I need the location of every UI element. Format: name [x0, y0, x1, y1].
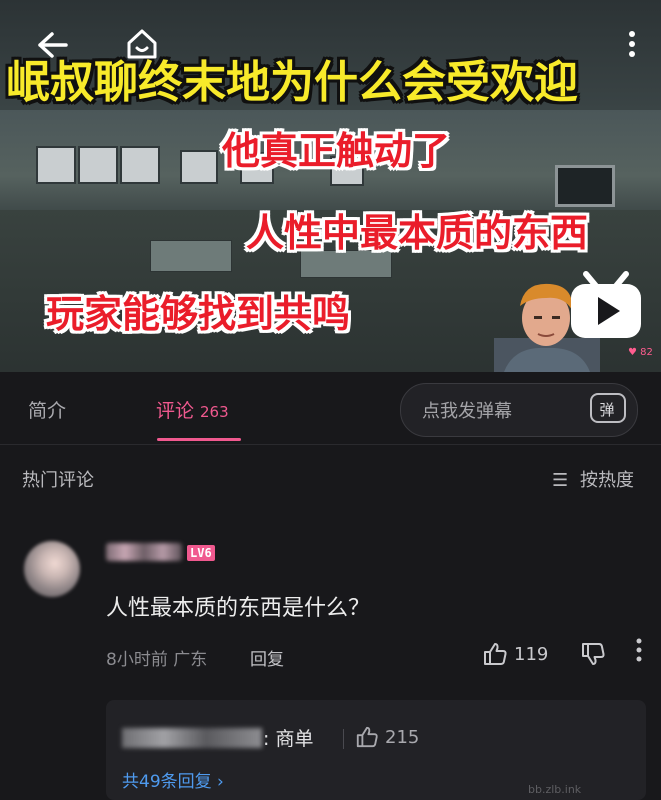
comment-text: 人性最本质的东西是什么？ — [106, 596, 371, 621]
tab-intro[interactable]: 简介 — [28, 396, 66, 423]
hot-comments-title: 热门评论 — [22, 470, 94, 491]
comment-like-count: 119 — [514, 643, 549, 665]
reply-like-button[interactable]: 215 — [355, 725, 419, 749]
reply-text: : 商单 — [263, 728, 314, 750]
thumbs-up-icon — [356, 726, 378, 748]
more-vertical-icon[interactable] — [628, 30, 636, 62]
scene-console — [36, 146, 76, 184]
reply-button[interactable]: 回复 — [250, 645, 284, 670]
reply-divider — [343, 729, 344, 749]
comment-dislike-button[interactable] — [580, 641, 606, 667]
comment-like-button[interactable]: 119 — [482, 641, 548, 667]
comment-time-location: 8小时前 广东 — [106, 650, 208, 670]
video-like-count: ♥ 82 — [628, 347, 653, 358]
video-caption-line-4: 玩家能够找到共鸣 — [46, 292, 351, 336]
sort-by-popularity-button[interactable]: ☰ 按热度 — [552, 466, 634, 492]
danmaku-toggle-icon[interactable]: 弹 — [590, 393, 626, 423]
comment-more-icon[interactable] — [636, 638, 642, 662]
video-caption-line-3: 人性中最本质的东西 — [246, 211, 589, 255]
scene-console — [120, 146, 160, 184]
reply-like-count: 215 — [385, 726, 420, 748]
scene-monitor — [555, 165, 615, 207]
sort-label: 按热度 — [580, 470, 634, 491]
avatar[interactable] — [24, 541, 80, 597]
back-arrow-icon[interactable] — [36, 30, 68, 64]
video-like-count-value: 82 — [640, 347, 653, 358]
scene-floor-tile — [150, 240, 232, 272]
home-icon[interactable] — [124, 26, 160, 66]
thumbs-down-icon — [582, 643, 605, 665]
scene-console — [180, 150, 218, 184]
sort-lines-icon: ☰ — [552, 470, 569, 491]
scene-console — [78, 146, 118, 184]
video-caption-line-2: 他真正触动了 — [222, 129, 451, 173]
view-all-replies-link[interactable]: 共49条回复 › — [122, 767, 224, 792]
watermark: bb.zlb.ink — [528, 783, 582, 796]
thumbs-up-icon — [484, 643, 507, 665]
reply-username-blurred[interactable] — [122, 728, 262, 748]
level-badge: LV6 — [187, 545, 215, 561]
tab-comments-label: 评论 — [156, 400, 195, 422]
comment-username-blurred[interactable] — [106, 543, 182, 561]
tab-comments[interactable]: 评论 263 — [156, 396, 229, 423]
video-player[interactable]: 岷叔聊终末地为什么会受欢迎 他真正触动了 人性中最本质的东西 玩家能够找到共鸣 … — [0, 0, 661, 372]
danmaku-placeholder[interactable]: 点我发弹幕 — [422, 397, 512, 423]
danmaku-toggle-label: 弹 — [599, 401, 615, 419]
bilibili-logo-icon — [571, 271, 641, 338]
tab-active-indicator — [157, 438, 241, 441]
tab-comments-count: 263 — [200, 403, 229, 421]
video-title-caption: 岷叔聊终末地为什么会受欢迎 — [6, 57, 578, 108]
